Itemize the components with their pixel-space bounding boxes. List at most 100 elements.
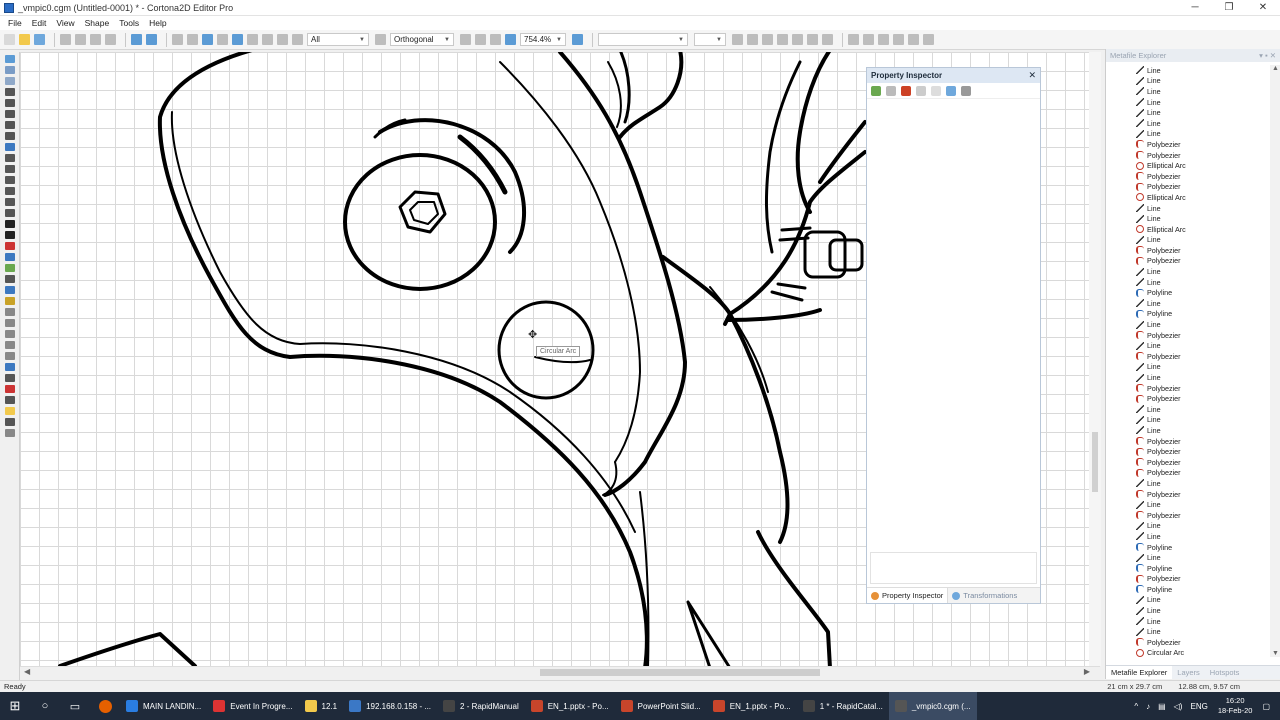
bold-icon[interactable]	[762, 34, 773, 45]
tree-item[interactable]: Line	[1106, 362, 1269, 373]
align-left-icon[interactable]	[848, 34, 859, 45]
redo-icon[interactable]	[146, 34, 157, 45]
microphone-icon[interactable]: ♪	[1146, 702, 1150, 711]
scrollbar-thumb[interactable]	[540, 669, 820, 676]
volume-icon[interactable]: ◁)	[1174, 702, 1183, 711]
rotate-tool-icon[interactable]	[5, 330, 15, 338]
tree-item[interactable]: Polybezier	[1106, 436, 1269, 447]
paste-icon[interactable]	[90, 34, 101, 45]
tree-item[interactable]: Polybezier	[1106, 330, 1269, 341]
justify-icon[interactable]	[893, 34, 904, 45]
clock[interactable]: 16:20 18-Feb-20	[1218, 696, 1253, 716]
tree-item[interactable]: Line	[1106, 266, 1269, 277]
tree-item[interactable]: Line	[1106, 319, 1269, 330]
tree-item[interactable]: Line	[1106, 499, 1269, 510]
menu-help[interactable]: Help	[149, 18, 166, 28]
zoom-out-icon[interactable]	[505, 34, 516, 45]
eraser-tool-icon[interactable]	[5, 308, 15, 316]
taskbar-app[interactable]: _vmpic0.cgm (...	[888, 692, 977, 720]
tree-item[interactable]: Line	[1106, 340, 1269, 351]
link-tool-icon[interactable]	[5, 418, 15, 426]
taskbar-app[interactable]: 1 * - RapidCatal...	[797, 692, 889, 720]
copy-icon[interactable]	[75, 34, 86, 45]
spacing-icon[interactable]	[908, 34, 919, 45]
reset-icon[interactable]	[886, 85, 896, 96]
tree-item[interactable]: Polybezier	[1106, 182, 1269, 193]
align-center-icon[interactable]	[863, 34, 874, 45]
tree-item[interactable]: Line	[1106, 97, 1269, 108]
scroll-up-arrow-icon[interactable]: ▲	[1272, 65, 1279, 72]
move-icon[interactable]	[232, 34, 243, 45]
italic-icon[interactable]	[777, 34, 788, 45]
subselect-tool-icon[interactable]	[5, 66, 15, 74]
start-button[interactable]: ⊞	[0, 692, 30, 720]
tree-item[interactable]: Line	[1106, 65, 1269, 76]
minimize-button[interactable]: ─	[1178, 2, 1212, 13]
tree-item[interactable]: Line	[1106, 415, 1269, 426]
curve-tool-icon[interactable]	[5, 132, 15, 140]
tree-item[interactable]: Polybezier	[1106, 150, 1269, 161]
taskbar-app[interactable]: MAIN LANDIN...	[120, 692, 207, 720]
apply-icon[interactable]	[871, 85, 881, 96]
close-button[interactable]: ✕	[1246, 2, 1280, 13]
taskbar-app[interactable]: Event In Progre...	[207, 692, 298, 720]
taskbar-app[interactable]: 192.168.0.158 - ...	[343, 692, 437, 720]
tree-item[interactable]: Polybezier	[1106, 139, 1269, 150]
taskbar-app[interactable]: EN_1.pptx - Po...	[707, 692, 797, 720]
underline-icon[interactable]	[792, 34, 803, 45]
dimension-tool-icon[interactable]	[5, 275, 15, 283]
metafile-tree[interactable]: Line Line Line Line Line Line Line Polybezier Po…	[1106, 65, 1269, 657]
transform-tool-icon[interactable]	[5, 319, 15, 327]
text-color-icon[interactable]	[822, 34, 833, 45]
zoom-in-icon[interactable]	[572, 34, 583, 45]
select-tool-icon[interactable]	[5, 55, 15, 63]
tree-item[interactable]: Circular Arc	[1106, 648, 1269, 657]
tree-item[interactable]: Line	[1106, 107, 1269, 118]
tree-item[interactable]: Line	[1106, 118, 1269, 129]
strikethrough-icon[interactable]	[807, 34, 818, 45]
tree-item[interactable]: Line	[1106, 616, 1269, 627]
circle-tool-icon[interactable]	[5, 187, 15, 195]
mirror-tool-icon[interactable]	[5, 352, 15, 360]
font-size-select[interactable]: ▼	[694, 33, 726, 46]
connector-icon[interactable]	[375, 34, 386, 45]
tree-item[interactable]: Line	[1106, 213, 1269, 224]
tab-metafile-explorer[interactable]: Metafile Explorer	[1106, 666, 1173, 679]
categorized-icon[interactable]	[946, 85, 956, 96]
bullets-icon[interactable]	[923, 34, 934, 45]
property-grid[interactable]	[867, 99, 1040, 552]
connector-select[interactable]: Orthogonal ▼	[390, 33, 454, 46]
menu-file[interactable]: File	[8, 18, 22, 28]
tab-transformations[interactable]: Transformations	[948, 588, 1021, 603]
tree-item[interactable]: Line	[1106, 298, 1269, 309]
zoom-page-icon[interactable]	[475, 34, 486, 45]
open-icon[interactable]	[19, 34, 30, 45]
tree-item[interactable]: Line	[1106, 404, 1269, 415]
tree-item[interactable]: Polybezier	[1106, 489, 1269, 500]
tree-item[interactable]: Polyline	[1106, 563, 1269, 574]
tree-item[interactable]: Polybezier	[1106, 383, 1269, 394]
snap-icon[interactable]	[217, 34, 228, 45]
grid-icon[interactable]	[172, 34, 183, 45]
menu-tools[interactable]: Tools	[119, 18, 139, 28]
tree-item[interactable]: Polyline	[1106, 309, 1269, 320]
search-button[interactable]: ○	[30, 692, 60, 720]
panel-controls[interactable]: ▾ ▪ ✕	[1259, 51, 1276, 60]
task-view-button[interactable]: ▭	[60, 692, 90, 720]
scroll-down-arrow-icon[interactable]: ▼	[1272, 650, 1279, 657]
menu-view[interactable]: View	[56, 18, 74, 28]
tree-item[interactable]: Polybezier	[1106, 637, 1269, 648]
highlight-tool-icon[interactable]	[5, 297, 15, 305]
font-grow-icon[interactable]	[732, 34, 743, 45]
tree-item[interactable]: Polybezier	[1106, 468, 1269, 479]
tree-item[interactable]: Line	[1106, 425, 1269, 436]
tree-item[interactable]: Line	[1106, 521, 1269, 532]
zoom-width-icon[interactable]	[490, 34, 501, 45]
taskbar-app[interactable]: PowerPoint Slid...	[615, 692, 707, 720]
zoom-select[interactable]: 754.4% ▼	[520, 33, 566, 46]
node-tool-icon[interactable]	[5, 154, 15, 162]
tree-item[interactable]: Polybezier	[1106, 446, 1269, 457]
pointer-tool-icon[interactable]	[202, 34, 213, 45]
magnify-tool-icon[interactable]	[5, 363, 15, 371]
tree-item[interactable]: Polybezier	[1106, 256, 1269, 267]
